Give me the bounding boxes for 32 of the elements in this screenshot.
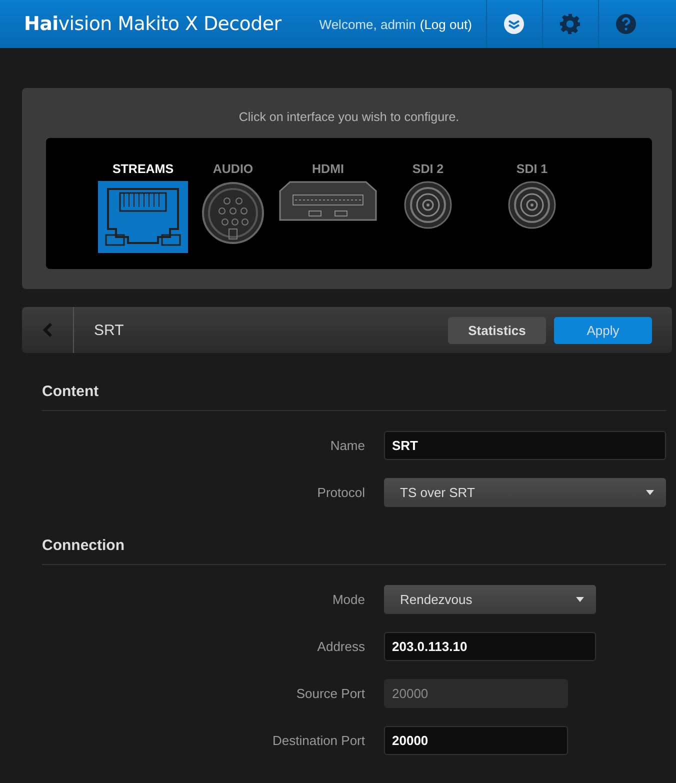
- dropdown[interactable]: TS over SRT: [384, 478, 666, 507]
- field-label: Address: [316, 639, 366, 654]
- instruction-text: Click on interface you wish to configure.: [238, 110, 460, 124]
- back-chevron-icon: [42, 323, 54, 337]
- ethernet-port-icon[interactable]: [98, 181, 188, 253]
- field-label: Name: [329, 438, 366, 453]
- field-label: Source Port: [295, 686, 366, 701]
- caret-icon: [576, 597, 584, 602]
- field-label: Mode: [331, 592, 366, 607]
- port-label: HDMI: [312, 162, 344, 176]
- input-field[interactable]: 203.0.113.10: [384, 632, 596, 661]
- welcome-text: Welcome, admin: [319, 16, 416, 32]
- caret-icon: [646, 490, 654, 495]
- port-label: SDI 1: [516, 162, 548, 176]
- statistics-button[interactable]: Statistics: [448, 316, 546, 344]
- logout-link[interactable]: (Log out): [420, 16, 472, 32]
- section-heading: Connection: [42, 537, 666, 565]
- dropdown[interactable]: Rendezvous: [384, 585, 596, 614]
- port-label: SDI 2: [412, 162, 444, 176]
- bnc-port-icon[interactable]: [404, 181, 452, 229]
- input-field[interactable]: 20000: [384, 726, 568, 755]
- app-title: Haivision Makito X Decoder: [24, 13, 282, 35]
- audio-port-icon[interactable]: [201, 181, 265, 245]
- bnc-port-icon[interactable]: [508, 181, 556, 229]
- port-label: AUDIO: [212, 162, 254, 176]
- hdmi-port-icon[interactable]: [279, 181, 377, 221]
- section-heading: Content: [42, 383, 666, 411]
- port-label: STREAMS: [112, 162, 174, 176]
- stream-title: SRT: [94, 322, 125, 338]
- input-field[interactable]: SRT: [384, 431, 666, 460]
- field-label: Protocol: [316, 485, 366, 500]
- field-label: Destination Port: [272, 733, 366, 748]
